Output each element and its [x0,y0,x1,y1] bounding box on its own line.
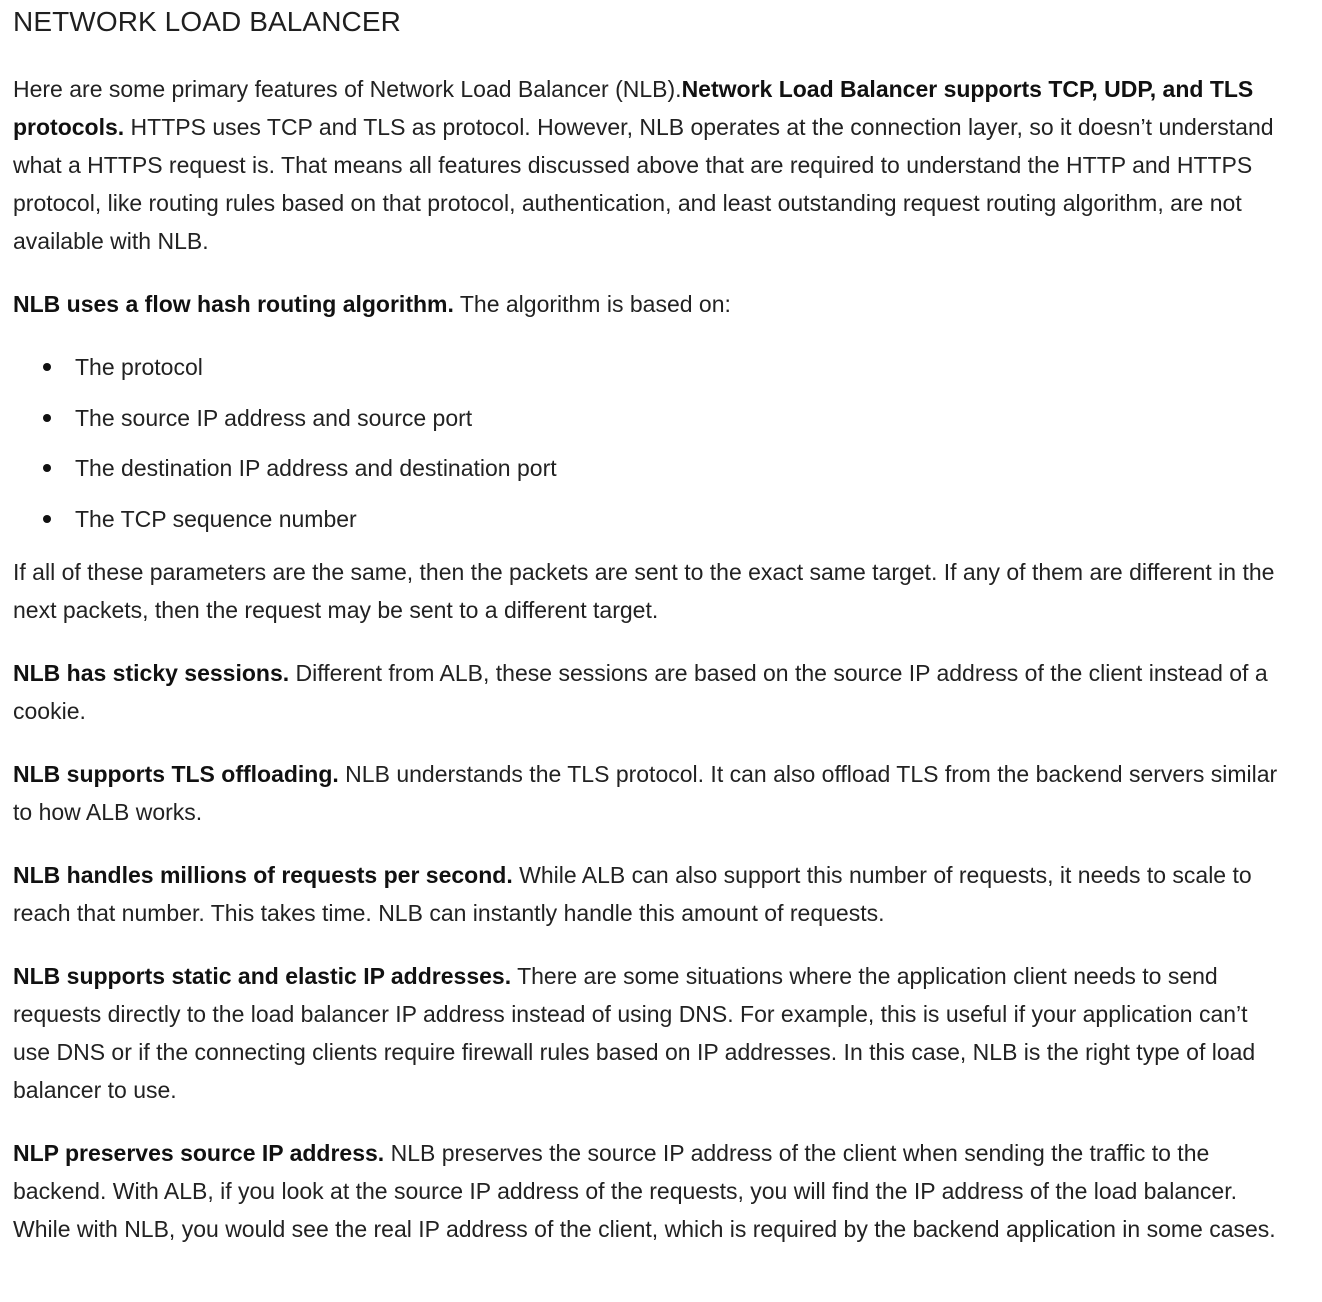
preserve-ip-paragraph: NLP preserves source IP address. NLB pre… [13,1134,1282,1248]
tls-offloading-bold: NLB supports TLS offloading. [13,760,339,787]
flow-hash-text: The algorithm is based on: [453,291,731,317]
flow-hash-bold: NLB uses a flow hash routing algorithm. [13,291,454,317]
sticky-sessions-bold: NLB has sticky sessions. [13,659,290,686]
list-item: The protocol [43,348,1282,386]
intro-text: HTTPS uses TCP and TLS as protocol. Howe… [13,114,1274,254]
intro-paragraph: Here are some primary features of Networ… [13,70,1282,260]
tls-offloading-paragraph: NLB supports TLS offloading. NLB underst… [13,755,1282,831]
article: NETWORK LOAD BALANCER Here are some prim… [0,0,1322,1248]
flow-hash-paragraph: NLB uses a flow hash routing algorithm. … [13,285,1282,323]
list-item: The destination IP address and destinati… [43,449,1282,487]
intro-lead: Here are some primary features of Networ… [13,76,682,102]
static-ip-bold: NLB supports static and elastic IP addre… [13,962,512,989]
preserve-ip-bold: NLP preserves source IP address. [13,1139,385,1166]
page-title: NETWORK LOAD BALANCER [13,6,401,37]
list-item: The source IP address and source port [43,399,1282,437]
list-item: The TCP sequence number [43,500,1282,538]
millions-requests-paragraph: NLB handles millions of requests per sec… [13,856,1282,932]
same-params-paragraph: If all of these parameters are the same,… [13,558,1275,623]
sticky-sessions-paragraph: NLB has sticky sessions. Different from … [13,654,1282,730]
static-ip-paragraph: NLB supports static and elastic IP addre… [13,957,1282,1109]
flow-hash-list: The protocol The source IP address and s… [13,348,1282,538]
millions-requests-bold: NLB handles millions of requests per sec… [13,861,513,888]
